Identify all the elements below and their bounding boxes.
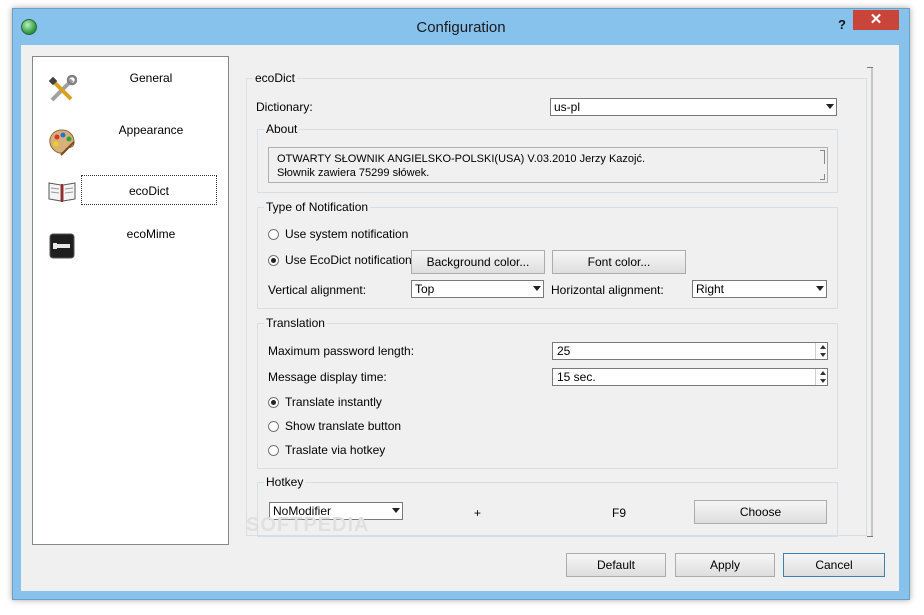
system-notification-label[interactable]: Use system notification	[285, 227, 408, 241]
horizontal-alignment-label: Horizontal alignment:	[551, 283, 664, 297]
spin-down-icon[interactable]	[820, 379, 826, 383]
about-line-2: Słownik zawiera 75299 słówek.	[277, 167, 430, 179]
group-title: Type of Notification	[264, 200, 371, 214]
scroll-area-edge[interactable]	[867, 67, 873, 537]
ecodict-notification-radio[interactable]	[268, 255, 279, 266]
about-group: About OTWARTY SŁOWNIK ANGIELSKO-POLSKI(U…	[257, 122, 838, 193]
sidebar-item-ecodict[interactable]: ecoDict	[33, 175, 228, 225]
show-translate-button-label[interactable]: Show translate button	[285, 419, 401, 433]
sidebar-item-general[interactable]: General	[33, 67, 228, 113]
translate-via-hotkey-label[interactable]: Traslate via hotkey	[285, 443, 385, 457]
chevron-down-icon	[533, 286, 541, 291]
title-bar[interactable]: Configuration ? ✕	[13, 9, 909, 45]
cancel-button[interactable]: Cancel	[783, 553, 885, 577]
group-title: Hotkey	[264, 475, 306, 489]
spin-up-icon[interactable]	[820, 345, 826, 349]
vertical-alignment-value: Top	[415, 282, 435, 296]
chevron-down-icon	[392, 508, 400, 513]
ecodict-settings-panel: ecoDict Dictionary: us-pl About OTWARTY …	[246, 63, 867, 537]
dictionary-select[interactable]: us-pl	[550, 98, 837, 116]
max-password-length-value: 25	[557, 344, 571, 358]
translate-instantly-radio[interactable]	[268, 397, 279, 408]
font-color-button[interactable]: Font color...	[552, 250, 686, 274]
about-text-box[interactable]: OTWARTY SŁOWNIK ANGIELSKO-POLSKI(USA) V.…	[268, 147, 828, 183]
chevron-down-icon	[826, 104, 834, 109]
book-icon	[48, 182, 76, 202]
help-button[interactable]: ?	[831, 15, 853, 35]
sidebar-item-label: Appearance	[118, 123, 184, 137]
message-display-time-label: Message display time:	[268, 370, 387, 384]
sidebar-item-appearance[interactable]: Appearance	[33, 119, 228, 165]
horizontal-alignment-value: Right	[696, 282, 725, 296]
notification-group: Type of Notification Use system notifica…	[257, 200, 838, 309]
hotkey-key: F9	[612, 506, 627, 520]
chevron-down-icon	[816, 286, 824, 291]
sidebar-item-ecomime[interactable]: ecoMime	[33, 223, 228, 269]
ecodict-group: ecoDict Dictionary: us-pl About OTWARTY …	[246, 71, 867, 537]
sidebar-item-label: ecoMime	[126, 227, 176, 241]
vertical-alignment-label: Vertical alignment:	[268, 283, 367, 297]
translate-via-hotkey-radio[interactable]	[268, 445, 279, 456]
show-translate-button-radio[interactable]	[268, 421, 279, 432]
default-button[interactable]: Default	[566, 553, 666, 577]
hotkey-plus: +	[474, 506, 482, 520]
vertical-alignment-select[interactable]: Top	[411, 280, 544, 298]
max-password-length-label: Maximum password length:	[268, 344, 415, 358]
translation-group: Translation Maximum password length: 25 …	[257, 316, 838, 469]
group-title: ecoDict	[253, 71, 298, 85]
close-button[interactable]: ✕	[853, 10, 899, 30]
spin-down-icon[interactable]	[820, 353, 826, 357]
usb-drive-icon	[49, 233, 75, 259]
group-title: About	[264, 122, 300, 136]
sidebar-item-label: ecoDict	[81, 175, 217, 205]
choose-hotkey-button[interactable]: Choose	[694, 500, 827, 524]
message-display-time-value: 15 sec.	[557, 370, 596, 384]
palette-icon	[49, 129, 75, 156]
background-color-button[interactable]: Background color...	[411, 250, 545, 274]
about-scrollbar[interactable]	[817, 150, 825, 180]
translate-instantly-label[interactable]: Translate instantly	[285, 395, 382, 409]
max-password-length-stepper[interactable]: 25	[552, 342, 828, 360]
window-title: Configuration	[416, 19, 506, 36]
system-notification-radio[interactable]	[268, 229, 279, 240]
configuration-window: Configuration ? ✕ General Appearance eco…	[12, 8, 910, 600]
tools-icon	[48, 75, 77, 102]
dictionary-value: us-pl	[554, 100, 581, 114]
about-line-1: OTWARTY SŁOWNIK ANGIELSKO-POLSKI(USA) V.…	[277, 153, 646, 165]
watermark: SOFTPEDIA	[246, 514, 370, 536]
ecodict-notification-label[interactable]: Use EcoDict notification	[285, 253, 412, 267]
spin-up-icon[interactable]	[820, 371, 826, 375]
dictionary-label: Dictionary:	[256, 100, 313, 114]
category-list[interactable]: General Appearance ecoDict ecoMime	[32, 56, 229, 545]
dialog-body: General Appearance ecoDict ecoMime ecoDi…	[21, 45, 899, 591]
group-title: Translation	[264, 316, 327, 330]
apply-button[interactable]: Apply	[675, 553, 775, 577]
sidebar-item-label: General	[129, 71, 173, 85]
message-display-time-stepper[interactable]: 15 sec.	[552, 368, 828, 386]
horizontal-alignment-select[interactable]: Right	[692, 280, 827, 298]
